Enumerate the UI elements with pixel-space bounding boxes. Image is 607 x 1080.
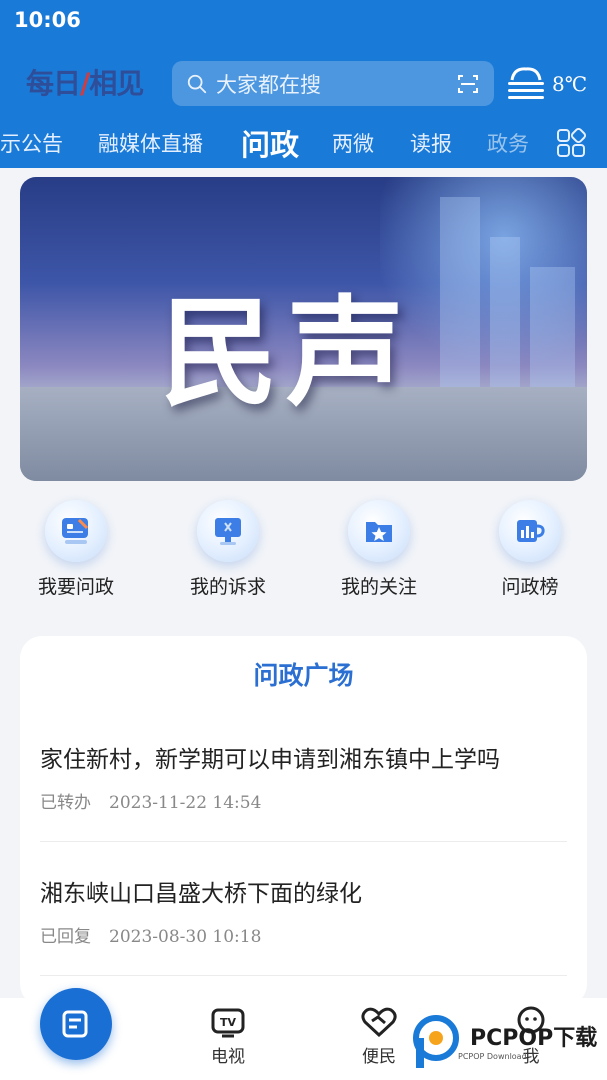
nav-label: 电视	[211, 1047, 245, 1067]
quick-label: 我的关注	[340, 576, 417, 598]
quick-my-appeal[interactable]: 我的诉求	[168, 500, 288, 599]
plaza-card: 问政广场 家住新村，新学期可以申请到湘东镇中上学吗 已转办 2023-11-22 …	[20, 636, 587, 1006]
tab-notice[interactable]: 示公告	[0, 128, 63, 158]
list-item[interactable]: 湘东峡山口昌盛大桥下面的绿化 已回复 2023-08-30 10:18	[40, 874, 567, 947]
scan-icon[interactable]	[456, 72, 480, 96]
post-status: 已转办	[40, 793, 91, 813]
banner-building	[440, 197, 480, 397]
quick-ranking[interactable]: 问政榜	[470, 500, 590, 599]
tab-wenzheng[interactable]: 问政	[241, 122, 299, 164]
post-date: 2023-11-22 14:54	[109, 793, 262, 813]
nav-label: 便民	[362, 1047, 396, 1067]
post-meta: 已回复 2023-08-30 10:18	[40, 922, 567, 947]
app-header: 10:06 每日/相见 大家都在搜 8℃ 示公告 融媒体直播 问政 两微 读报 …	[0, 0, 607, 168]
quick-label: 我要问政	[37, 576, 114, 598]
status-time: 10:06	[14, 8, 81, 32]
logo-part1: 每日	[26, 67, 81, 100]
quick-label: 我的诉求	[189, 576, 266, 598]
quick-label: 问政榜	[501, 576, 559, 598]
fog-icon	[508, 67, 544, 99]
watermark: PCPOP下载 PCPOP Download	[412, 1012, 607, 1074]
post-status: 已回复	[40, 927, 91, 947]
channel-tabs: 示公告 融媒体直播 问政 两微 读报 政务	[0, 122, 607, 166]
tab-liangwei[interactable]: 两微	[332, 128, 374, 158]
channel-grid-icon[interactable]	[556, 128, 586, 158]
nav-convenience[interactable]: 便民	[334, 1006, 424, 1067]
watermark-logo-icon	[413, 1015, 459, 1068]
post-meta: 已转办 2023-11-22 14:54	[40, 788, 567, 813]
watermark-text: PCPOP下载	[470, 1026, 598, 1051]
search-bar[interactable]: 大家都在搜	[172, 61, 494, 106]
search-placeholder[interactable]: 大家都在搜	[216, 69, 456, 99]
chat-icon	[45, 500, 107, 562]
quick-entries: 我要问政 我的诉求 我的关注 问政榜	[0, 500, 607, 612]
tab-dubao[interactable]: 读报	[410, 128, 452, 158]
tv-icon: TV	[211, 1008, 245, 1038]
plaza-title: 问政广场	[253, 661, 354, 690]
tab-zhengwu[interactable]: 政务	[487, 128, 529, 158]
banner-building	[490, 237, 520, 397]
svg-text:TV: TV	[220, 1016, 237, 1029]
app-logo[interactable]: 每日/相见	[26, 62, 144, 102]
watermark-sub: PCPOP Download	[458, 1052, 527, 1061]
banner-building	[530, 267, 575, 397]
divider	[40, 975, 567, 976]
monitor-icon	[197, 500, 259, 562]
weather-widget[interactable]: 8℃	[506, 66, 587, 102]
heart-handshake-icon	[361, 1007, 397, 1038]
banner-title: 民声	[160, 283, 413, 422]
tab-live[interactable]: 融媒体直播	[98, 128, 203, 158]
nav-home-button[interactable]	[40, 988, 112, 1060]
star-folder-icon	[348, 500, 410, 562]
quick-my-follow[interactable]: 我的关注	[319, 500, 439, 599]
document-icon	[62, 1010, 88, 1038]
quick-wenzheng[interactable]: 我要问政	[16, 500, 136, 599]
logo-part2: 相见	[89, 67, 144, 100]
post-date: 2023-08-30 10:18	[109, 927, 262, 947]
divider	[40, 841, 567, 842]
weather-temperature: 8℃	[552, 72, 588, 96]
search-icon	[187, 74, 207, 93]
nav-tv[interactable]: TV 电视	[183, 1006, 273, 1067]
list-item[interactable]: 家住新村，新学期可以申请到湘东镇中上学吗 已转办 2023-11-22 14:54	[40, 740, 567, 813]
post-title[interactable]: 湘东峡山口昌盛大桥下面的绿化	[40, 874, 567, 908]
post-title[interactable]: 家住新村，新学期可以申请到湘东镇中上学吗	[40, 740, 567, 774]
banner-carousel[interactable]: 民声	[20, 177, 587, 481]
logo-accent: /	[80, 67, 90, 100]
trophy-icon	[499, 500, 561, 562]
